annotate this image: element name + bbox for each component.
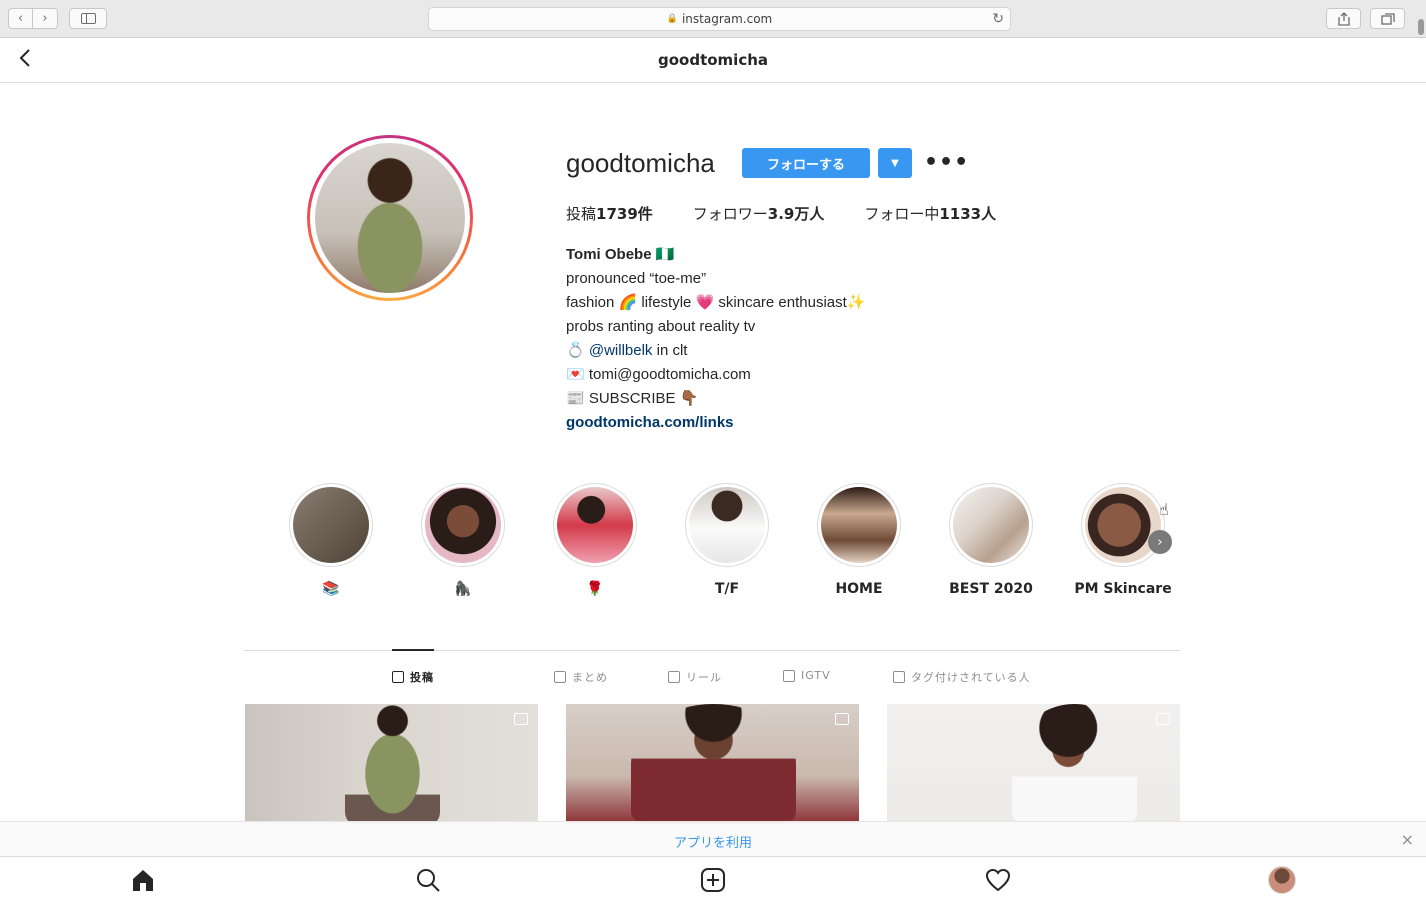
multi-photo-icon: [1156, 713, 1170, 725]
share-button[interactable]: [1326, 8, 1361, 29]
scroll-thumb[interactable]: [1418, 19, 1424, 35]
post-thumbnail[interactable]: [245, 704, 538, 824]
flag-emoji: 🇳🇬: [655, 246, 675, 263]
highlight-label: 📚: [322, 581, 340, 597]
browser-forward-button[interactable]: ›: [33, 8, 58, 29]
bio-line: probs ranting about reality tv: [566, 318, 756, 335]
scrollbar[interactable]: [1417, 17, 1426, 37]
highlight-cover: [689, 487, 765, 563]
highlight-item[interactable]: T/F: [661, 483, 793, 599]
browser-toolbar: ‹ › 🔒 instagram.com ↻: [0, 0, 1426, 38]
highlight-item[interactable]: 🦍: [397, 483, 529, 599]
home-icon[interactable]: [129, 866, 157, 894]
suggestions-dropdown-button[interactable]: ▼: [878, 148, 912, 178]
caret-down-icon: ▼: [891, 157, 899, 169]
profile-stats: 投稿1739件 フォロワー3.9万人 フォロー中1133人: [566, 203, 1036, 224]
bio-line: 💌 tomi@goodtomicha.com: [566, 366, 751, 383]
highlight-label: HOME: [835, 581, 883, 597]
bio-name-line: Tomi Obebe 🇳🇬: [566, 243, 866, 267]
instagram-header: goodtomicha: [0, 38, 1426, 83]
tabs-divider: [244, 650, 1180, 651]
bio-line: fashion 🌈 lifestyle 💗 skincare enthusias…: [566, 294, 866, 311]
highlight-label: 🦍: [454, 581, 472, 597]
highlight-item[interactable]: BEST 2020: [925, 483, 1057, 599]
profile-avatar: [315, 143, 465, 293]
close-icon[interactable]: ×: [1401, 830, 1414, 849]
tab-guides[interactable]: まとめ: [554, 669, 608, 685]
multi-photo-icon: [514, 713, 528, 725]
post-thumbnail[interactable]: [887, 704, 1180, 824]
profile-username: goodtomicha: [566, 148, 715, 178]
profile-nav-button[interactable]: [1268, 866, 1296, 894]
tab-tagged[interactable]: タグ付けされている人: [893, 669, 1031, 685]
highlight-cover: [821, 487, 897, 563]
browser-back-button[interactable]: ‹: [8, 8, 33, 29]
highlight-cover: [425, 487, 501, 563]
address-text: instagram.com: [681, 12, 773, 26]
more-options-icon[interactable]: •••: [924, 150, 969, 175]
story-highlights: 📚 🦍 🌹 T/F HOME BEST 2020 PM Skincare ›: [265, 483, 1190, 603]
highlight-item[interactable]: 📚: [265, 483, 397, 599]
highlight-label: 🌹: [586, 581, 604, 597]
posts-count: 投稿1739件: [566, 205, 653, 223]
new-post-icon[interactable]: [699, 866, 727, 894]
post-image: [631, 704, 796, 824]
profile-avatar-story-ring[interactable]: [307, 135, 473, 301]
chevron-left-icon: ‹: [17, 11, 24, 26]
highlight-cover: [557, 487, 633, 563]
chevron-right-icon[interactable]: ›: [1148, 530, 1172, 554]
followers-count[interactable]: フォロワー3.9万人: [693, 203, 825, 224]
tabs-overview-button[interactable]: [1370, 8, 1405, 29]
bio-name: Tomi Obebe: [566, 246, 652, 263]
profile-bio: Tomi Obebe 🇳🇬 pronounced “toe-me” fashio…: [566, 243, 866, 435]
bio-line: pronounced “toe-me”: [566, 270, 707, 287]
search-icon[interactable]: [414, 866, 442, 894]
profile-avatar-small: [1268, 866, 1296, 894]
bio-line: 💍 @willbelk in clt: [566, 342, 688, 359]
igtv-icon: [783, 669, 795, 682]
highlight-cover: [1085, 487, 1161, 563]
tab-igtv[interactable]: IGTV: [783, 669, 831, 682]
post-thumbnail[interactable]: [566, 704, 859, 824]
sidebar-toggle-button[interactable]: [69, 8, 107, 29]
guide-icon: [554, 671, 566, 683]
video-icon: [835, 713, 849, 725]
chevron-right-icon: ›: [42, 11, 48, 26]
lock-icon: 🔒: [666, 14, 678, 24]
highlight-cover: [953, 487, 1029, 563]
hand-cursor-icon: ☝: [1159, 500, 1169, 519]
highlight-label: T/F: [714, 581, 740, 597]
sidebar-icon: [80, 13, 96, 24]
reels-icon: [668, 671, 680, 683]
share-icon: [1337, 11, 1350, 26]
page-title: goodtomicha: [657, 51, 769, 69]
highlight-label: PM Skincare: [1074, 581, 1172, 597]
reload-icon[interactable]: ↻: [992, 11, 1004, 27]
open-in-app-banner: アプリを利用 ×: [0, 821, 1426, 856]
bio-website-link[interactable]: goodtomicha.com/links: [566, 411, 866, 435]
following-count[interactable]: フォロー中1133人: [864, 203, 996, 224]
tabs-icon: [1380, 12, 1395, 25]
follow-button[interactable]: フォローする: [742, 148, 870, 178]
highlight-label: BEST 2020: [949, 581, 1033, 597]
profile-tabs: 投稿 まとめ リール IGTV タグ付けされている人: [244, 669, 1180, 689]
history-buttons: ‹ ›: [8, 8, 58, 29]
activity-icon[interactable]: [984, 866, 1012, 894]
bio-line: 📰 SUBSCRIBE 👇🏾: [566, 390, 699, 407]
post-image: [1012, 704, 1137, 824]
bio-mention-link[interactable]: @willbelk: [589, 342, 653, 359]
post-image: [345, 704, 440, 824]
tagged-icon: [893, 671, 905, 683]
highlight-cover: [293, 487, 369, 563]
tab-reels[interactable]: リール: [668, 669, 722, 685]
grid-icon: [392, 671, 404, 683]
highlight-item[interactable]: 🌹: [529, 483, 661, 599]
address-bar[interactable]: 🔒 instagram.com ↻: [428, 7, 1011, 31]
highlight-item[interactable]: HOME: [793, 483, 925, 599]
open-app-link[interactable]: アプリを利用: [0, 832, 1426, 851]
bottom-navigation: [0, 856, 1426, 900]
tab-posts[interactable]: 投稿: [392, 669, 434, 685]
active-tab-indicator: [392, 649, 434, 651]
